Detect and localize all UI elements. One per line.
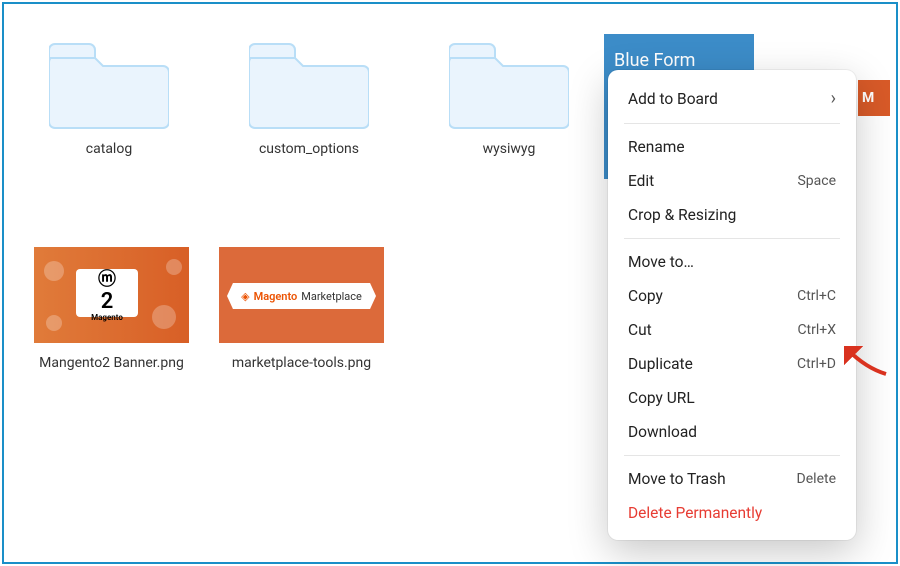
window-frame: catalog custom_options wysiwyg Blue Form… — [2, 2, 898, 564]
folder-label: wysiwyg — [483, 141, 536, 157]
menu-duplicate[interactable]: Duplicate Ctrl+D — [608, 347, 856, 381]
menu-label: Move to… — [628, 253, 694, 271]
menu-cut[interactable]: Cut Ctrl+X — [608, 313, 856, 347]
chevron-right-icon: › — [831, 88, 836, 109]
folder-item-wysiwyg[interactable]: wysiwyg — [434, 34, 584, 207]
menu-label: Edit — [628, 172, 654, 190]
menu-label: Cut — [628, 321, 652, 339]
ribbon-brand: Magento — [254, 290, 298, 303]
menu-label: Crop & Resizing — [628, 206, 736, 224]
menu-rename[interactable]: Rename — [608, 130, 856, 164]
magento-logo-icon: ◈ — [241, 290, 249, 303]
menu-move-to[interactable]: Move to… — [608, 245, 856, 279]
file-label: marketplace-tools.png — [232, 355, 371, 371]
menu-add-to-board[interactable]: Add to Board › — [608, 80, 856, 117]
menu-shortcut: Space — [797, 173, 836, 189]
menu-separator — [624, 455, 840, 456]
menu-shortcut: Ctrl+C — [797, 288, 836, 304]
menu-crop-resizing[interactable]: Crop & Resizing — [608, 198, 856, 232]
file-thumbnail-partial[interactable]: M — [858, 80, 890, 116]
menu-shortcut: Ctrl+X — [797, 322, 836, 338]
menu-delete-permanently[interactable]: Delete Permanently — [608, 496, 856, 530]
menu-copy[interactable]: Copy Ctrl+C — [608, 279, 856, 313]
menu-separator — [624, 238, 840, 239]
magento-m-icon: ⓜ — [98, 265, 116, 291]
menu-download[interactable]: Download — [608, 415, 856, 449]
folder-item-catalog[interactable]: catalog — [34, 34, 184, 207]
folder-icon — [449, 34, 569, 129]
file-item-marketplace-tools[interactable]: 🔧 🔨 🪛 ◈ Magento Marketplace marketplace-… — [219, 247, 384, 371]
menu-label: Copy URL — [628, 389, 695, 407]
folder-item-custom-options[interactable]: custom_options — [234, 34, 384, 207]
ribbon-banner: ◈ Magento Marketplace — [227, 283, 376, 309]
menu-shortcut: Ctrl+D — [797, 356, 836, 372]
menu-move-to-trash[interactable]: Move to Trash Delete — [608, 462, 856, 496]
file-thumbnail: 🔧 🔨 🪛 ◈ Magento Marketplace — [219, 247, 384, 343]
folder-icon — [249, 34, 369, 129]
menu-label: Copy — [628, 287, 663, 305]
menu-label: Move to Trash — [628, 470, 726, 488]
logo-big-number: 2 — [101, 291, 114, 313]
menu-copy-url[interactable]: Copy URL — [608, 381, 856, 415]
ribbon-text: Marketplace — [301, 290, 362, 303]
menu-separator — [624, 123, 840, 124]
file-thumbnail: ⓜ 2 Magento — [34, 247, 189, 343]
context-menu: Add to Board › Rename Edit Space Crop & … — [608, 70, 856, 540]
menu-label: Download — [628, 423, 697, 441]
partial-thumb-text: M — [862, 90, 874, 106]
menu-label: Add to Board — [628, 90, 718, 108]
menu-label: Delete Permanently — [628, 504, 762, 522]
menu-label: Duplicate — [628, 355, 693, 373]
menu-shortcut: Delete — [797, 471, 836, 487]
logo-badge: ⓜ 2 Magento — [76, 269, 138, 317]
logo-small-text: Magento — [91, 313, 123, 322]
folder-label: catalog — [86, 141, 132, 157]
folder-icon — [49, 34, 169, 129]
menu-label: Rename — [628, 138, 685, 156]
file-label: Mangento2 Banner.png — [39, 355, 184, 371]
file-item-magento2-banner[interactable]: ⓜ 2 Magento Mangento2 Banner.png — [34, 247, 189, 371]
folder-label: custom_options — [259, 141, 359, 157]
menu-edit[interactable]: Edit Space — [608, 164, 856, 198]
